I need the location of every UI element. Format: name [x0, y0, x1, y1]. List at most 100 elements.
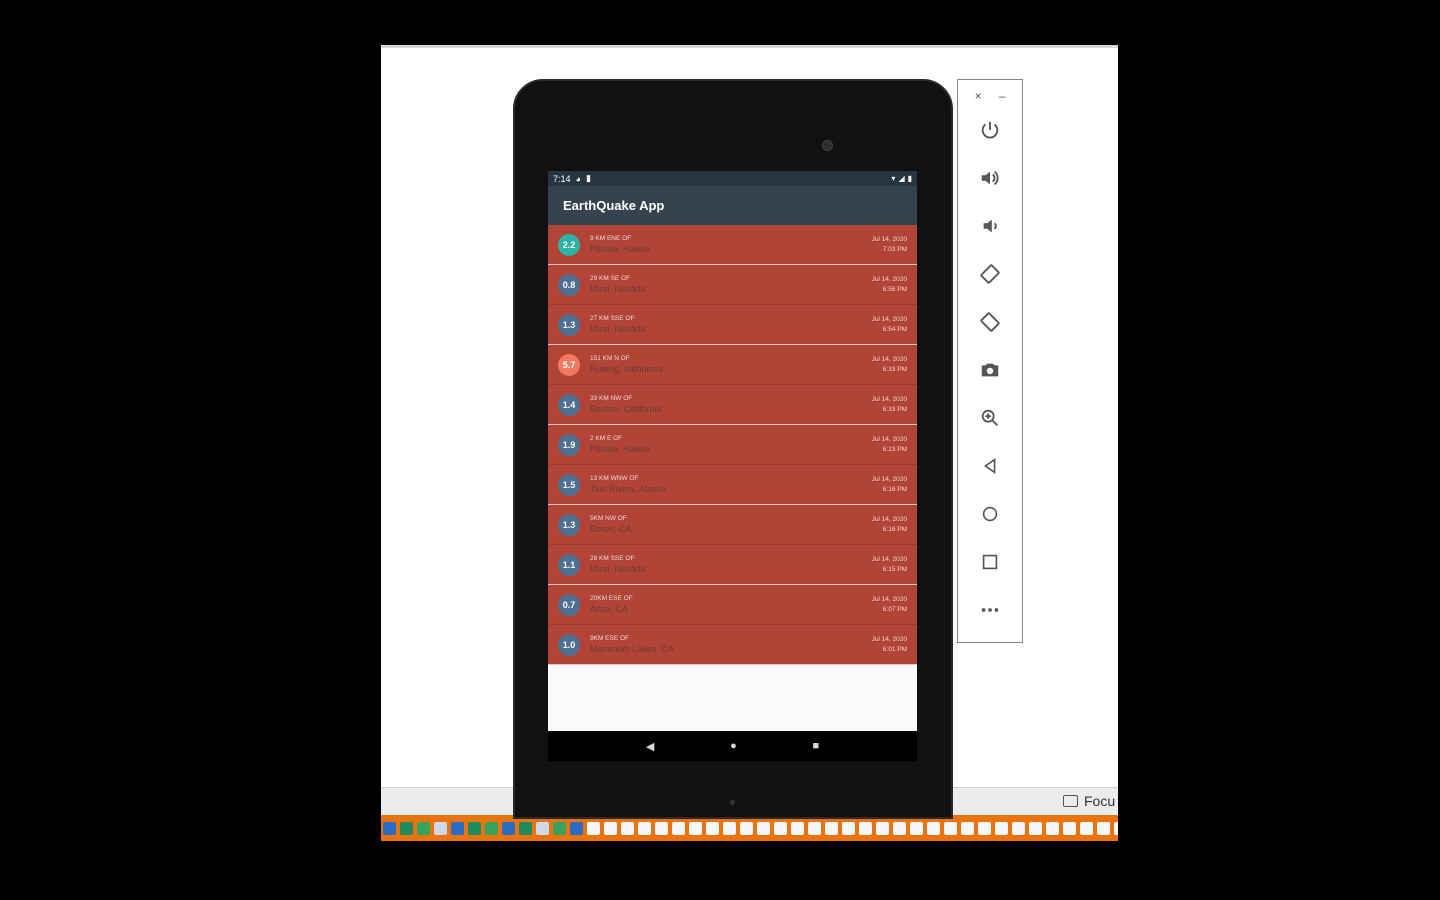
- taskbar-app-icon[interactable]: [842, 821, 855, 835]
- nav-back-button[interactable]: ◀: [646, 740, 654, 753]
- screenshot-button[interactable]: [958, 346, 1022, 394]
- primary-location: Pāhala, Hawaii: [590, 244, 651, 254]
- earthquake-row[interactable]: 1.4 33 KM NW OF Benton, California Jul 14, …: [548, 385, 917, 425]
- zoom-button[interactable]: [958, 394, 1022, 442]
- volume-up-button[interactable]: [958, 154, 1022, 202]
- taskbar-app-icon[interactable]: [587, 821, 600, 835]
- taskbar-app-icon[interactable]: [451, 821, 464, 835]
- location-block: 27 KM SSE OF Mina, Nevada: [590, 315, 872, 334]
- taskbar-app-icon[interactable]: [485, 821, 498, 835]
- earthquake-row[interactable]: 5.7 151 KM N OF Ruteng, Indonesia Jul 14, 2…: [548, 345, 917, 385]
- taskbar-app-icon[interactable]: [655, 821, 668, 835]
- location-block: 9KM ESE OF Mammoth Lakes, CA: [590, 635, 872, 654]
- earthquake-row[interactable]: 1.9 2 KM E OF Pāhala, Hawaii Jul 14, 2020 6:…: [548, 425, 917, 465]
- taskbar-app-icon[interactable]: [757, 821, 770, 835]
- primary-location: Anza, CA: [590, 604, 629, 614]
- focus-button[interactable]: Focu: [1063, 793, 1115, 809]
- magnitude-badge: 1.5: [558, 473, 580, 496]
- window-top-border: [381, 45, 1118, 48]
- minimize-button[interactable]: –: [999, 89, 1006, 103]
- taskbar-app-icon[interactable]: [553, 821, 566, 835]
- taskbar-app-icon[interactable]: [1012, 821, 1025, 835]
- taskbar-app-icon[interactable]: [927, 821, 940, 835]
- datetime-block: Jul 14, 2020 6:33 PM: [872, 355, 907, 375]
- wifi-icon: ▾: [891, 174, 896, 183]
- quake-date: Jul 14, 2020: [871, 315, 907, 323]
- emulator-toolbar: × –: [957, 79, 1023, 643]
- signal-icon: ◢: [898, 174, 905, 183]
- taskbar-app-icon[interactable]: [1063, 821, 1076, 835]
- quake-date: Jul 14, 2020: [871, 435, 907, 443]
- overview-button[interactable]: [958, 538, 1022, 586]
- earthquake-row[interactable]: 1.3 27 KM SSE OF Mina, Nevada Jul 14, 2020 6…: [548, 305, 917, 345]
- letterbox-bottom: [0, 855, 1440, 900]
- taskbar-app-icon[interactable]: [689, 821, 702, 835]
- taskbar-app-icon[interactable]: [519, 821, 532, 835]
- location-offset: 29 KM SE OF: [590, 275, 631, 282]
- taskbar-app-icon[interactable]: [502, 821, 515, 835]
- taskbar-app-icon[interactable]: [859, 821, 872, 835]
- taskbar-app-icon[interactable]: [774, 821, 787, 835]
- taskbar-app-icon[interactable]: [995, 821, 1008, 835]
- primary-location: Mammoth Lakes, CA: [590, 644, 675, 654]
- taskbar-app-icon[interactable]: [706, 821, 719, 835]
- earthquake-row[interactable]: 2.2 9 KM ENE OF Pāhala, Hawaii Jul 14, 2020…: [548, 225, 917, 265]
- taskbar-app-icon[interactable]: [791, 821, 804, 835]
- nav-recents-button[interactable]: ■: [812, 740, 819, 752]
- quake-date: Jul 14, 2020: [871, 595, 907, 603]
- taskbar-app-icon[interactable]: [740, 821, 753, 835]
- power-button[interactable]: [958, 106, 1022, 154]
- taskbar-app-icon[interactable]: [383, 821, 396, 835]
- nav-home-button[interactable]: ●: [730, 740, 737, 752]
- more-button[interactable]: [958, 586, 1022, 634]
- earthquake-row[interactable]: 1.0 9KM ESE OF Mammoth Lakes, CA Jul 14, 20…: [548, 625, 917, 665]
- taskbar-app-icon[interactable]: [1114, 821, 1118, 835]
- location-offset: 27 KM SSE OF: [590, 315, 635, 322]
- taskbar-app-icon[interactable]: [808, 821, 821, 835]
- taskbar-app-icon[interactable]: [825, 821, 838, 835]
- taskbar-app-icon[interactable]: [961, 821, 974, 835]
- earthquake-list[interactable]: 2.2 9 KM ENE OF Pāhala, Hawaii Jul 14, 2020…: [548, 225, 917, 665]
- overview-icon: [982, 554, 998, 570]
- earthquake-row[interactable]: 1.1 28 KM SSE OF Mina, Nevada Jul 14, 2020 6…: [548, 545, 917, 585]
- taskbar-app-icon[interactable]: [1029, 821, 1042, 835]
- taskbar-app-icon[interactable]: [876, 821, 889, 835]
- datetime-block: Jul 14, 2020 6:16 PM: [872, 475, 907, 495]
- back-button[interactable]: [958, 442, 1022, 490]
- taskbar-app-icon[interactable]: [1046, 821, 1059, 835]
- taskbar-app-icon[interactable]: [468, 821, 481, 835]
- earthquake-row[interactable]: 0.7 20KM ESE OF Anza, CA Jul 14, 2020 6:07 P…: [548, 585, 917, 625]
- taskbar-app-icon[interactable]: [672, 821, 685, 835]
- magnitude-badge: 1.0: [558, 633, 580, 656]
- home-button[interactable]: [958, 490, 1022, 538]
- taskbar-app-icon[interactable]: [434, 821, 447, 835]
- taskbar-app-icon[interactable]: [604, 821, 617, 835]
- taskbar-app-icon[interactable]: [638, 821, 651, 835]
- taskbar-app-icon[interactable]: [910, 821, 923, 835]
- taskbar-app-icon[interactable]: [621, 821, 634, 835]
- primary-location: Benton, California: [590, 404, 662, 414]
- volume-down-button[interactable]: [958, 202, 1022, 250]
- taskbar-app-icon[interactable]: [570, 821, 583, 835]
- location-offset: 9KM ESE OF: [590, 635, 630, 642]
- taskbar-app-icon[interactable]: [723, 821, 736, 835]
- rotate-left-button[interactable]: [958, 250, 1022, 298]
- earthquake-row[interactable]: 1.5 13 KM WNW OF Two Rivers, Alaska Jul 14,…: [548, 465, 917, 505]
- taskbar-app-icon[interactable]: [944, 821, 957, 835]
- taskbar-app-icon[interactable]: [400, 821, 413, 835]
- magnitude-badge: 1.4: [558, 393, 580, 416]
- earthquake-row[interactable]: 1.3 5KM NW OF Boron, CA Jul 14, 2020 6:16 PM: [548, 505, 917, 545]
- earthquake-row[interactable]: 0.8 29 KM SE OF Mina, Nevada Jul 14, 2020 6:…: [548, 265, 917, 305]
- zoom-icon: [981, 409, 998, 426]
- taskbar-app-icon[interactable]: [1080, 821, 1093, 835]
- back-icon: [983, 457, 996, 475]
- taskbar-app-icon[interactable]: [893, 821, 906, 835]
- taskbar-app-icon[interactable]: [417, 821, 430, 835]
- close-button[interactable]: ×: [975, 89, 982, 103]
- taskbar-app-icon[interactable]: [978, 821, 991, 835]
- taskbar-app-icon[interactable]: [536, 821, 549, 835]
- rotate-right-button[interactable]: [958, 298, 1022, 346]
- quake-time: 6:07 PM: [882, 605, 907, 613]
- taskbar-app-icon[interactable]: [1097, 821, 1110, 835]
- location-offset: 9 KM ENE OF: [590, 235, 632, 242]
